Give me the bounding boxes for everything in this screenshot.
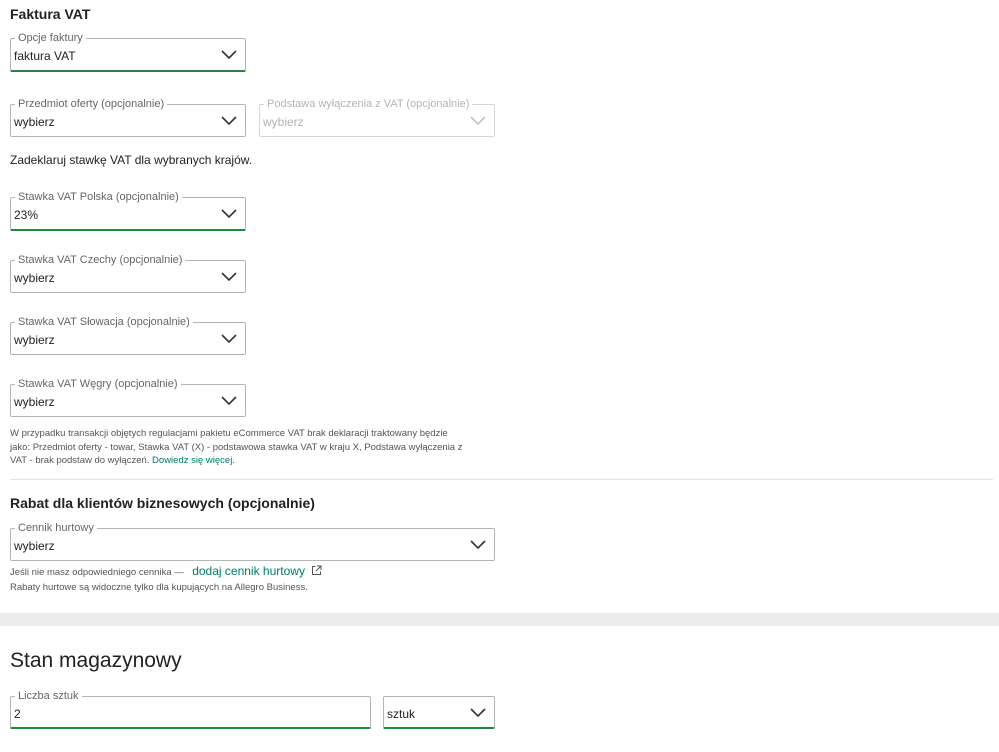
declare-vat-text: Zadeklaruj stawkę VAT dla wybranych kraj… (10, 153, 253, 167)
vat-rate-hungary-value: wybierz (14, 395, 55, 409)
note-line-1: W przypadku transakcji objętych regulacj… (10, 428, 448, 439)
invoice-options-label: Opcje faktury (15, 31, 86, 45)
section-separator-band (0, 613, 999, 626)
quantity-value: 2 (14, 707, 21, 721)
chevron-down-icon (221, 116, 237, 126)
vat-rate-poland-select[interactable]: Stawka VAT Polska (opcjonalnie) 23% (10, 190, 246, 231)
vat-rate-hungary-select[interactable]: Stawka VAT Węgry (opcjonalnie) wybierz (10, 377, 246, 417)
business-discount-hint: Rabaty hurtowe są widoczne tylko dla kup… (10, 582, 308, 593)
discount-section-title: Rabat dla klientów biznesowych (opcjonal… (10, 495, 315, 511)
chevron-down-icon (470, 708, 486, 718)
chevron-down-icon (221, 50, 237, 60)
quantity-input[interactable]: Liczba sztuk 2 (10, 689, 371, 729)
chevron-down-icon (221, 396, 237, 406)
wholesale-pricelist-label: Cennik hurtowy (15, 521, 97, 535)
vat-rate-slovakia-value: wybierz (14, 333, 55, 347)
note-line-2: jako: Przedmiot oferty - towar, Stawka V… (10, 441, 463, 453)
vat-rate-czechia-select[interactable]: Stawka VAT Czechy (opcjonalnie) wybierz (10, 253, 246, 293)
invoice-options-value: faktura VAT (14, 49, 76, 63)
stock-section-title: Stan magazynowy (10, 649, 182, 672)
pricelist-hint: Jeśli nie masz odpowiedniego cennika — d… (10, 562, 322, 580)
chevron-down-icon (221, 272, 237, 282)
ecommerce-vat-note: W przypadku transakcji objętych regulacj… (10, 427, 505, 468)
section-divider (10, 479, 993, 480)
vat-rate-slovakia-label: Stawka VAT Słowacja (opcjonalnie) (15, 315, 193, 329)
vat-rate-slovakia-select[interactable]: Stawka VAT Słowacja (opcjonalnie) wybier… (10, 315, 246, 355)
vat-rate-czechia-value: wybierz (14, 271, 55, 285)
quantity-label: Liczba sztuk (15, 689, 82, 703)
chevron-down-icon (470, 540, 486, 550)
wholesale-pricelist-select[interactable]: Cennik hurtowy wybierz (10, 521, 495, 561)
note-line-3: VAT - brak podstaw do wyłączeń. (10, 455, 150, 466)
vat-exemption-select: Podstawa wyłączenia z VAT (opcjonalnie) … (259, 97, 495, 137)
offer-subject-select[interactable]: Przedmiot oferty (opcjonalnie) wybierz (10, 97, 246, 137)
vat-section-title: Faktura VAT (10, 6, 91, 22)
chevron-down-icon (221, 334, 237, 344)
unit-select[interactable]: sztuk (383, 696, 495, 729)
offer-subject-label: Przedmiot oferty (opcjonalnie) (15, 97, 168, 111)
vat-rate-poland-label: Stawka VAT Polska (opcjonalnie) (15, 190, 182, 204)
wholesale-pricelist-value: wybierz (14, 539, 55, 553)
vat-rate-czechia-label: Stawka VAT Czechy (opcjonalnie) (15, 253, 186, 267)
vat-exemption-label: Podstawa wyłączenia z VAT (opcjonalnie) (264, 97, 473, 111)
vat-rate-poland-value: 23% (14, 208, 39, 222)
chevron-down-icon (470, 116, 486, 126)
vat-exemption-value: wybierz (263, 115, 304, 129)
invoice-options-select[interactable]: Opcje faktury faktura VAT (10, 31, 246, 72)
learn-more-link[interactable]: Dowiedz się więcej. (152, 455, 235, 466)
pricelist-hint-text: Jeśli nie masz odpowiedniego cennika — (10, 567, 184, 578)
chevron-down-icon (221, 209, 237, 219)
external-link-icon[interactable] (311, 565, 322, 576)
offer-subject-value: wybierz (14, 115, 55, 129)
add-wholesale-pricelist-link[interactable]: dodaj cennik hurtowy (192, 564, 305, 578)
vat-rate-hungary-label: Stawka VAT Węgry (opcjonalnie) (15, 377, 181, 391)
unit-value: sztuk (387, 707, 416, 721)
